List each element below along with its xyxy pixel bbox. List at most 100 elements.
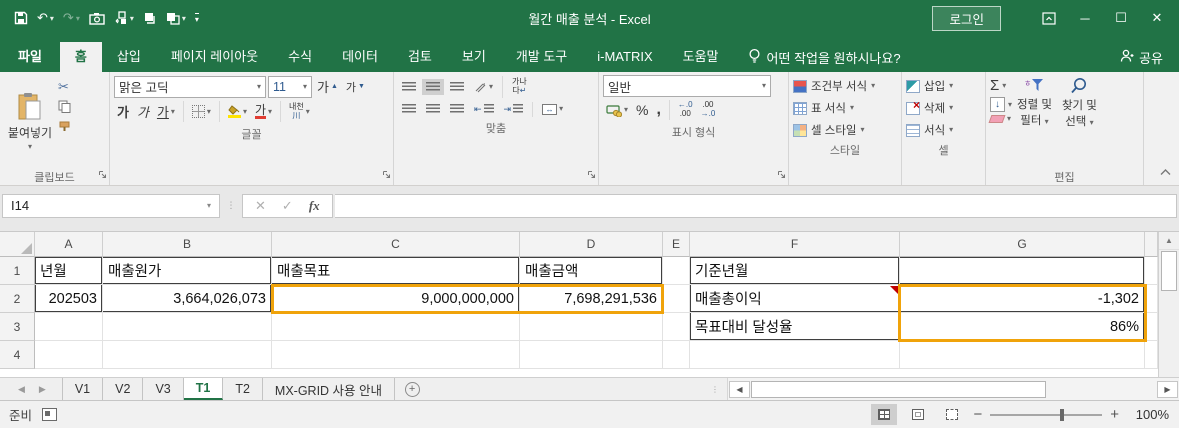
cell-A1[interactable]: 년월 [35,257,103,285]
sheet-tab-mx-grid[interactable]: MX-GRID 사용 안내 [263,378,395,400]
select-all-corner[interactable] [0,232,35,257]
cell-A2[interactable]: 202503 [35,285,103,313]
cell-D4[interactable] [520,341,663,369]
cell-G3[interactable]: 86% [900,313,1145,341]
column-header-F[interactable]: F [690,232,900,257]
tell-me-box[interactable]: 어떤 작업을 원하시나요? [748,42,901,72]
column-header-D[interactable]: D [520,232,663,257]
tab-formulas[interactable]: 수식 [273,42,327,72]
cell-B4[interactable] [103,341,272,369]
font-name-select[interactable]: 맑은 고딕▾ [114,76,266,98]
number-format-select[interactable]: 일반▾ [603,75,771,97]
font-size-select[interactable]: 11▾ [268,76,312,98]
next-sheet-icon[interactable]: ▶ [39,384,46,395]
delete-cells-button[interactable]: 삭제▾ [906,97,981,119]
macro-record-icon[interactable] [42,408,57,421]
horizontal-scroll-thumb[interactable] [751,381,1046,398]
merge-center-icon[interactable]: ↔▾ [538,101,567,118]
column-header-E[interactable]: E [663,232,690,257]
cell-C4[interactable] [272,341,520,369]
autosum-button[interactable]: Σ▾ [990,77,1012,94]
maximize-icon[interactable]: ☐ [1105,5,1137,31]
tab-file[interactable]: 파일 [0,42,60,72]
scroll-left-icon[interactable]: ◀ [729,381,750,398]
share-button[interactable]: 공유 [1120,42,1179,72]
sheet-tab-v2[interactable]: V2 [103,378,143,400]
cut-icon[interactable]: ✂ [58,79,71,95]
zoom-level[interactable]: 100% [1127,407,1169,422]
insert-cells-button[interactable]: 삽입▾ [906,75,981,97]
cell-G1[interactable] [900,257,1145,285]
bottom-align-icon[interactable] [446,79,468,95]
sheet-tab-t2[interactable]: T2 [223,378,263,400]
save-icon[interactable] [14,11,28,25]
cell-C3[interactable] [272,313,520,341]
undo-icon[interactable]: ↶▾ [37,10,54,26]
sheet-tab-t1[interactable]: T1 [184,378,224,400]
zoom-slider-thumb[interactable] [1060,409,1064,421]
fill-button[interactable]: ↓▾ [990,97,1012,112]
row-header-3[interactable]: 3 [0,313,35,341]
decrease-indent-icon[interactable]: ⇤ [470,101,498,118]
tab-insert[interactable]: 삽입 [102,42,156,72]
align-center-icon[interactable] [422,101,444,117]
format-cells-button[interactable]: 서식▾ [906,119,981,141]
cell-C1[interactable]: 매출목표 [272,257,520,285]
tab-home[interactable]: 홈 [60,42,102,72]
number-dialog-launcher-icon[interactable] [777,167,786,182]
vertical-scrollbar[interactable]: ▲ [1158,232,1179,377]
cell-D2[interactable]: 7,698,291,536 [520,285,663,313]
phonetic-guide-icon[interactable]: 내천川▾ [286,101,313,123]
cell-styles-button[interactable]: 셀 스타일▾ [793,119,897,141]
tab-page-layout[interactable]: 페이지 레이아웃 [156,42,273,72]
zoom-out-button[interactable]: − [973,406,982,423]
top-align-icon[interactable] [398,79,420,95]
collapse-ribbon-icon[interactable] [1160,164,1171,179]
sort-filter-button[interactable]: ㅎ 정렬 및 필터 ▾ [1012,75,1057,168]
sheet-tab-v1[interactable]: V1 [62,378,103,400]
bold-button[interactable]: 가 [114,100,132,123]
new-sheet-button[interactable]: + [395,378,429,400]
confirm-entry-icon[interactable]: ✓ [282,198,293,214]
customize-qat-icon[interactable]: ▾ [195,13,199,24]
cell-E2[interactable] [663,285,690,313]
increase-decimal-icon[interactable]: ←.0.00 [675,99,696,121]
scroll-up-icon[interactable]: ▲ [1159,232,1179,250]
fill-color-icon[interactable]: ▾ [225,103,250,120]
login-button[interactable]: 로그인 [932,6,1001,31]
format-as-table-button[interactable]: 표 서식▾ [793,97,897,119]
column-header-G[interactable]: G [900,232,1145,257]
cell-E1[interactable] [663,257,690,285]
copy-cells-icon[interactable] [143,12,157,25]
sheet-tab-v3[interactable]: V3 [143,378,183,400]
italic-button[interactable]: 가 [134,100,152,123]
cell-F4[interactable] [690,341,900,369]
cell-E3[interactable] [663,313,690,341]
prev-sheet-icon[interactable]: ◀ [18,384,25,395]
cell-F1[interactable]: 기준년월 [690,257,900,285]
alignment-dialog-launcher-icon[interactable] [587,167,596,182]
column-header-B[interactable]: B [103,232,272,257]
minimize-icon[interactable]: ─ [1069,5,1101,31]
cell-B1[interactable]: 매출원가 [103,257,272,285]
tab-review[interactable]: 검토 [393,42,447,72]
tab-data[interactable]: 데이터 [327,42,393,72]
row-header-1[interactable]: 1 [0,257,35,285]
increase-indent-icon[interactable]: ⇥ [500,101,528,118]
page-break-view-button[interactable] [939,404,965,425]
font-color-icon[interactable]: 가▾ [252,102,275,122]
find-select-button[interactable]: 찾기 및 선택 ▾ [1057,75,1102,168]
tab-developer[interactable]: 개발 도구 [501,42,582,72]
align-left-icon[interactable] [398,101,420,117]
duplicate-icon[interactable]: ▾ [166,12,186,25]
middle-align-icon[interactable] [422,79,444,95]
vertical-scroll-thumb[interactable] [1161,251,1177,291]
cancel-entry-icon[interactable]: ✕ [255,198,266,214]
underline-button[interactable]: 가▾ [154,100,178,123]
zoom-slider[interactable] [990,414,1102,416]
page-layout-view-button[interactable] [905,404,931,425]
cell-A4[interactable] [35,341,103,369]
tab-help[interactable]: 도움말 [668,42,734,72]
scroll-right-icon[interactable]: ▶ [1157,381,1178,398]
clear-button[interactable]: ▾ [990,115,1012,123]
